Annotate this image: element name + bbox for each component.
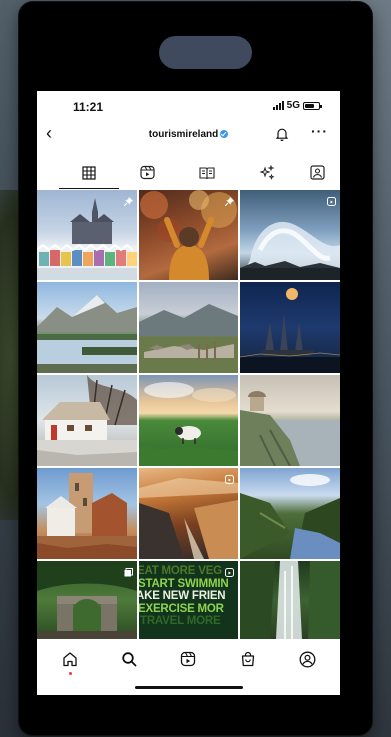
signal-icon	[272, 101, 284, 110]
castle-image	[37, 473, 137, 559]
camera-pill	[159, 36, 252, 69]
battery-icon	[303, 101, 322, 110]
post-grid: EAT MORE VEG START SWIMMIN AKE NEW FRIEN…	[37, 190, 340, 639]
pin-icon	[123, 193, 133, 207]
reel-icon	[225, 564, 234, 577]
shop-icon[interactable]	[238, 649, 258, 669]
post-sheep-sunset[interactable]	[139, 375, 238, 466]
status-bar: 11:21 5G	[37, 91, 340, 121]
post-thatched-cottage[interactable]	[37, 375, 137, 466]
home-indicator	[135, 686, 243, 689]
hiker-image	[140, 190, 237, 280]
mountain-lake-image	[37, 295, 137, 373]
tab-reels[interactable]	[117, 163, 177, 187]
tagged-icon	[309, 165, 325, 185]
username: tourismireland	[148, 129, 219, 140]
home-icon[interactable]	[60, 649, 80, 669]
post-forest-gate[interactable]	[37, 561, 137, 639]
moon-image	[240, 288, 340, 373]
cathedral-image	[37, 198, 137, 280]
tab-guides[interactable]	[177, 163, 237, 187]
post-green-valley[interactable]	[240, 468, 340, 559]
bottom-navigation	[37, 639, 340, 679]
post-coastal-cliffs[interactable]	[139, 468, 238, 559]
instagram-profile-screen: 11:21 5G ‹ tourismireland ··· EAT MORE V…	[37, 91, 340, 695]
profile-header: ‹ tourismireland ···	[37, 121, 340, 149]
post-crashing-wave[interactable]	[240, 190, 340, 280]
tab-grid[interactable]	[59, 163, 119, 189]
text-line: EXERCISE MOR	[139, 602, 224, 615]
temple-image	[240, 391, 340, 466]
cottage-image	[37, 375, 137, 466]
grid-icon	[82, 166, 96, 185]
post-cathedral-cobh[interactable]	[37, 190, 137, 280]
notification-dot	[69, 672, 72, 675]
post-castle-tower[interactable]	[37, 468, 137, 559]
post-mussenden-temple[interactable]	[240, 375, 340, 466]
guides-icon	[199, 166, 215, 185]
status-time: 11:21	[73, 100, 104, 114]
valley-image	[139, 304, 238, 373]
post-moon-ship-ruins[interactable]	[240, 282, 340, 373]
reels-icon	[139, 165, 155, 185]
tab-tagged[interactable]	[297, 163, 337, 187]
tab-effects[interactable]	[237, 163, 297, 187]
wave-image	[240, 221, 340, 280]
network-label: 5G	[286, 100, 300, 111]
effects-icon	[259, 164, 275, 186]
profile-title: tourismireland	[37, 129, 340, 140]
post-mountain-lake[interactable]	[37, 282, 137, 373]
waterfall-image	[240, 561, 340, 639]
verified-badge-icon	[220, 130, 229, 138]
text-line: START SWIMMIN	[139, 577, 229, 590]
text-line: TRAVEL MORE	[140, 615, 221, 627]
profile-icon[interactable]	[297, 649, 317, 669]
valley-green-image	[240, 474, 340, 559]
more-options-icon[interactable]: ···	[311, 123, 328, 139]
motivation-text: EAT MORE VEG START SWIMMIN AKE NEW FRIEN…	[139, 565, 238, 628]
post-stone-wall-valley[interactable]	[139, 282, 238, 373]
gate-image	[37, 561, 137, 639]
post-autumn-hiker[interactable]	[139, 190, 238, 280]
search-icon[interactable]	[119, 649, 139, 669]
reel-icon	[327, 193, 336, 206]
text-line: EAT MORE VEG	[139, 565, 222, 577]
reel-icon	[225, 471, 234, 484]
sheep-image	[139, 382, 238, 466]
post-waterfall[interactable]	[240, 561, 340, 639]
cliffs-image	[139, 478, 238, 559]
bell-icon[interactable]	[275, 127, 289, 146]
profile-tabs	[37, 163, 340, 189]
pin-icon	[224, 193, 234, 207]
status-icons: 5G	[272, 100, 322, 111]
post-text-motivation[interactable]: EAT MORE VEG START SWIMMIN AKE NEW FRIEN…	[139, 561, 238, 639]
multi-icon	[124, 564, 133, 577]
text-line: AKE NEW FRIEN	[139, 590, 226, 602]
reels-icon[interactable]	[178, 649, 198, 669]
